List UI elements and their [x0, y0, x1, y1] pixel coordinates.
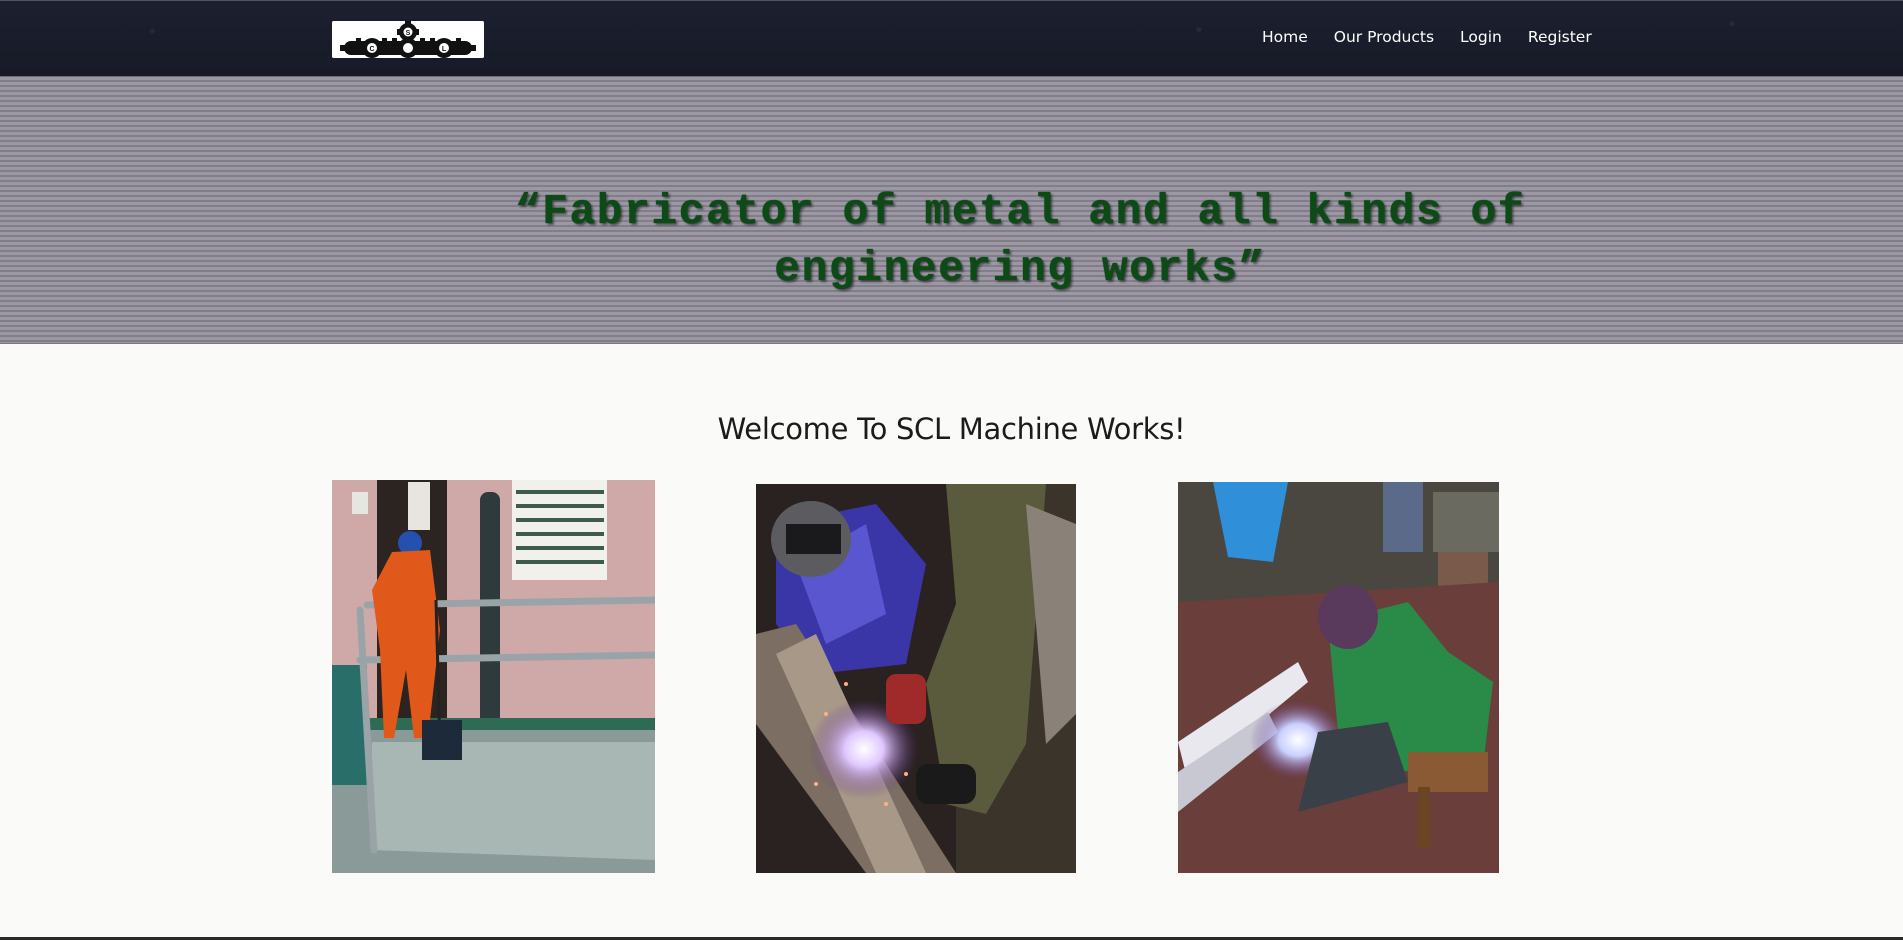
- nav-our-products-link[interactable]: Our Products: [1334, 25, 1434, 49]
- top-navbar: S C L Home Our Products Login Register: [0, 0, 1903, 76]
- nav-register-link[interactable]: Register: [1528, 25, 1592, 49]
- hero-tagline-line1: “Fabricator of metal and all kinds of: [514, 187, 1526, 236]
- hero-tagline: “Fabricator of metal and all kinds of en…: [420, 183, 1620, 297]
- welcome-heading: Welcome To SCL Machine Works!: [717, 412, 1186, 446]
- logo-letter-s: S: [406, 30, 411, 37]
- hero-banner: “Fabricator of metal and all kinds of en…: [0, 76, 1903, 344]
- hero-tagline-line2: engineering works”: [774, 244, 1266, 293]
- nav-home-link[interactable]: Home: [1262, 25, 1308, 49]
- logo-letter-c: C: [369, 46, 374, 53]
- main-nav: Home Our Products Login Register: [1262, 25, 1618, 49]
- welding-photo-3: [1178, 482, 1499, 873]
- nav-login-link[interactable]: Login: [1460, 25, 1502, 49]
- logo-letter-l: L: [442, 46, 447, 53]
- site-logo[interactable]: S C L: [332, 21, 484, 58]
- welding-photo-2: [756, 484, 1076, 873]
- welding-photo-1: [332, 480, 655, 873]
- gears-logo-icon: S C L: [332, 21, 484, 58]
